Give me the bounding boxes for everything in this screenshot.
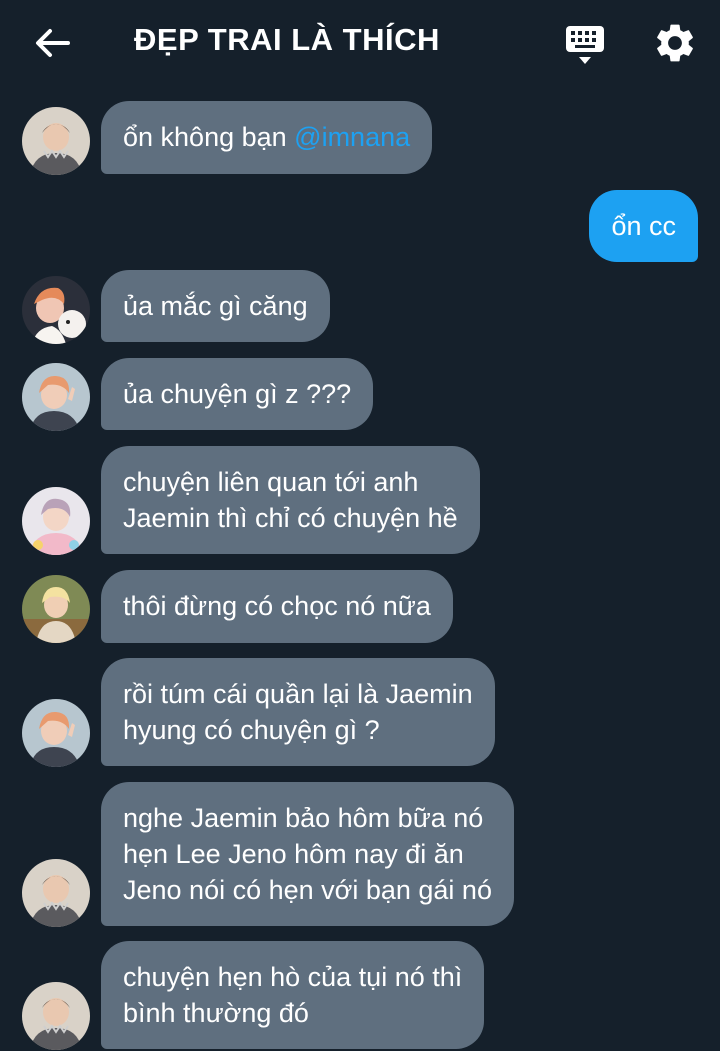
message-bubble[interactable]: nghe Jaemin bảo hôm bữa nó hẹn Lee Jeno … bbox=[101, 782, 514, 926]
avatar-image bbox=[22, 699, 90, 767]
avatar[interactable] bbox=[22, 107, 90, 175]
avatar[interactable] bbox=[22, 276, 90, 344]
message-bubble[interactable]: ổn không bạn @imnana bbox=[101, 101, 433, 174]
message-text: ủa mắc gì căng bbox=[123, 291, 308, 321]
avatar[interactable] bbox=[22, 699, 90, 767]
message-text-line: bình thường đó bbox=[123, 998, 309, 1028]
mention-link[interactable]: @imnana bbox=[294, 122, 410, 152]
avatar-image bbox=[22, 363, 90, 431]
message-list[interactable]: ổn không bạn @imnana ổn cc ủa mắc gì căn… bbox=[0, 86, 720, 1051]
avatar[interactable] bbox=[22, 575, 90, 643]
settings-button[interactable] bbox=[652, 20, 698, 66]
message-text-line: Jaemin thì chỉ có chuyện hề bbox=[123, 503, 458, 533]
back-button[interactable] bbox=[30, 22, 74, 66]
message-text-line: nghe Jaemin bảo hôm bữa nó bbox=[123, 803, 484, 833]
message-text-line: chuyện liên quan tới anh bbox=[123, 467, 419, 497]
avatar-image bbox=[22, 575, 90, 643]
avatar-image bbox=[22, 107, 90, 175]
avatar-image bbox=[22, 859, 90, 927]
message-text: thôi đừng có chọc nó nữa bbox=[123, 591, 431, 621]
avatar-image bbox=[22, 487, 90, 555]
conversation-title: ĐẸP TRAI LÀ THÍCH bbox=[134, 22, 440, 57]
message-bubble[interactable]: thôi đừng có chọc nó nữa bbox=[101, 570, 453, 643]
message-text-line: hẹn Lee Jeno hôm nay đi ăn bbox=[123, 839, 464, 869]
message-bubble-outgoing[interactable]: ổn cc bbox=[589, 190, 698, 262]
keyboard-button[interactable] bbox=[562, 22, 608, 68]
avatar[interactable] bbox=[22, 859, 90, 927]
message-bubble[interactable]: rồi túm cái quần lại là Jaemin hyung có … bbox=[101, 658, 495, 766]
gear-icon bbox=[657, 24, 693, 62]
avatar-image bbox=[22, 982, 90, 1050]
avatar-image bbox=[22, 276, 90, 344]
message-bubble[interactable]: ủa mắc gì căng bbox=[101, 270, 330, 342]
avatar[interactable] bbox=[22, 363, 90, 431]
message-text-line: rồi túm cái quần lại là Jaemin bbox=[123, 679, 473, 709]
message-bubble[interactable]: chuyện liên quan tới anh Jaemin thì chỉ … bbox=[101, 446, 480, 554]
message-text: ổn không bạn bbox=[123, 122, 295, 152]
avatar[interactable] bbox=[22, 982, 90, 1050]
message-text-line: hyung có chuyện gì ? bbox=[123, 715, 380, 745]
message-bubble[interactable]: ủa chuyện gì z ??? bbox=[101, 358, 374, 430]
message-bubble[interactable]: chuyện hẹn hò của tụi nó thì bình thường… bbox=[101, 941, 485, 1049]
message-text-line: Jeno nói có hẹn với bạn gái nó bbox=[123, 875, 492, 905]
keyboard-icon bbox=[566, 26, 604, 64]
arrow-left-icon bbox=[36, 29, 70, 57]
top-bar: ĐẸP TRAI LÀ THÍCH bbox=[0, 0, 720, 86]
avatar[interactable] bbox=[22, 487, 90, 555]
message-text: ủa chuyện gì z ??? bbox=[123, 379, 352, 409]
message-text: ổn cc bbox=[611, 211, 676, 241]
message-text-line: chuyện hẹn hò của tụi nó thì bbox=[123, 962, 463, 992]
